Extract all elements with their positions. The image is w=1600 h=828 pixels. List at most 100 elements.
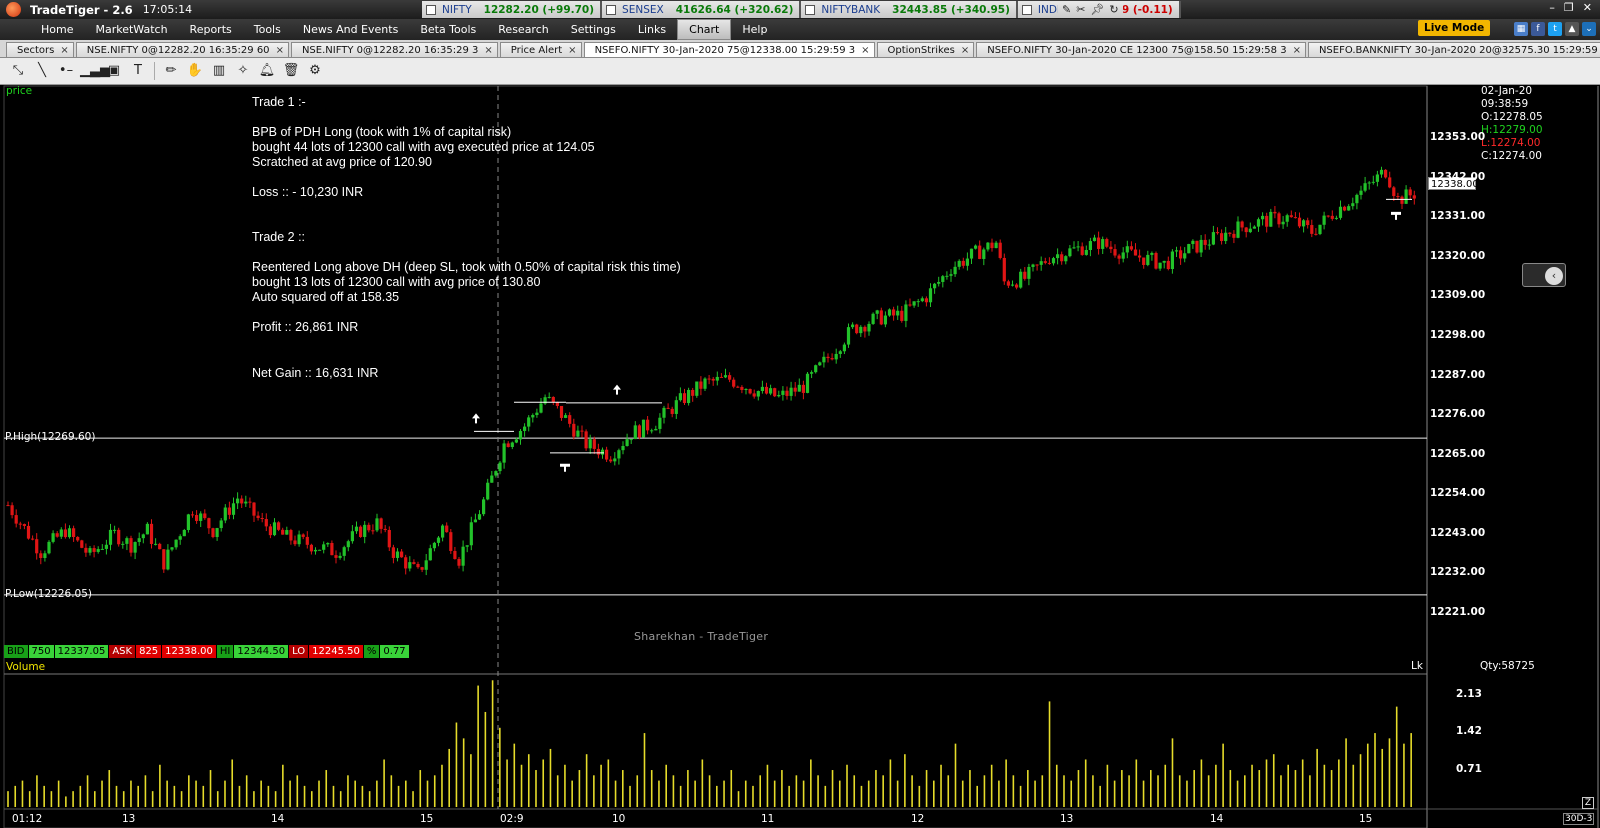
chart-tab[interactable]: OptionStrikes × bbox=[876, 42, 975, 57]
menu-news-and-events[interactable]: News And Events bbox=[292, 20, 409, 39]
candle-body bbox=[1359, 190, 1363, 195]
hand-icon[interactable]: ✋ bbox=[185, 61, 205, 81]
price-chart[interactable] bbox=[0, 85, 1600, 828]
menu-beta-tools[interactable]: Beta Tools bbox=[409, 20, 487, 39]
candle-body bbox=[769, 388, 773, 394]
menu-settings[interactable]: Settings bbox=[560, 20, 627, 39]
tab-close-icon[interactable]: × bbox=[1293, 45, 1301, 56]
candle-body bbox=[395, 551, 400, 558]
volume-tick-label: 1.42 bbox=[1456, 725, 1482, 738]
chart-tab[interactable]: NSEFO.BANKNIFTY 30-Jan-2020 20@32575.30 … bbox=[1307, 42, 1600, 57]
scroll-up-icon[interactable]: ▲ bbox=[1565, 22, 1579, 36]
candle-body bbox=[318, 549, 322, 551]
title-tools: ✎ ✂ 📌︎ ↻ bbox=[1058, 1, 1123, 18]
menu-tools[interactable]: Tools bbox=[243, 20, 292, 39]
candle-body bbox=[1384, 169, 1388, 178]
menu-chart[interactable]: Chart bbox=[677, 19, 732, 40]
period-label[interactable]: 30D-3 bbox=[1563, 813, 1595, 825]
candle-body bbox=[723, 375, 728, 378]
candle-body bbox=[1027, 266, 1031, 279]
refresh-icon[interactable]: ↻ bbox=[1109, 3, 1118, 16]
window-tile-icon[interactable]: ▦ bbox=[1514, 22, 1528, 36]
minimize-icon[interactable]: – bbox=[1549, 1, 1555, 14]
ticker-sensex[interactable]: SENSEX 41626.64 (+320.62) bbox=[602, 1, 802, 18]
menu-research[interactable]: Research bbox=[487, 20, 559, 39]
menu-help[interactable]: Help bbox=[731, 20, 778, 39]
tab-close-icon[interactable]: × bbox=[961, 45, 969, 56]
chart-tab[interactable]: NSE.NIFTY 0@12282.20 16:35:29 60 × bbox=[75, 42, 289, 57]
text-tool-icon[interactable]: T bbox=[128, 61, 148, 81]
candle-body bbox=[88, 548, 92, 553]
menu-links[interactable]: Links bbox=[627, 20, 677, 39]
ticker-nifty[interactable]: NIFTY 12282.20 (+99.70) bbox=[422, 1, 603, 18]
chart-tab[interactable]: Price Alert × bbox=[499, 42, 582, 57]
cursor-tool-icon[interactable]: ⤡ bbox=[8, 61, 28, 81]
chart-tab[interactable]: NSEFO.NIFTY 30-Jan-2020 CE 12300 75@158.… bbox=[976, 42, 1306, 57]
ray-tool-icon[interactable]: •– bbox=[56, 61, 76, 81]
chart-tab[interactable]: NSEFO.NIFTY 30-Jan-2020 75@12338.00 15:2… bbox=[583, 42, 875, 57]
candle-body bbox=[104, 544, 108, 549]
tab-label: NSE.NIFTY 0@12282.20 16:35:29 3 bbox=[301, 45, 479, 56]
candle-body bbox=[236, 498, 240, 504]
candle-body bbox=[428, 548, 432, 561]
edit-icon[interactable]: ✎ bbox=[1062, 3, 1071, 16]
facebook-icon[interactable]: f bbox=[1531, 22, 1545, 36]
cube-icon[interactable]: ▣ bbox=[104, 61, 124, 81]
bar-chart-icon[interactable]: ▁▃▅ bbox=[80, 61, 110, 81]
candle-body bbox=[22, 524, 26, 526]
candle-body bbox=[301, 534, 305, 537]
menu-marketwatch[interactable]: MarketWatch bbox=[84, 20, 178, 39]
candle-body bbox=[879, 310, 883, 325]
ohlc-high: H:12279.00 bbox=[1481, 124, 1543, 136]
close-icon[interactable]: ✕ bbox=[1583, 1, 1592, 14]
candle-body bbox=[1080, 246, 1084, 255]
chart-tab[interactable]: NSE.NIFTY 0@12282.20 16:35:29 3 × bbox=[290, 42, 498, 57]
menu-home[interactable]: Home bbox=[30, 20, 84, 39]
candle-body bbox=[158, 543, 162, 550]
pin-icon[interactable]: 📌︎ bbox=[1090, 3, 1104, 16]
candle-body bbox=[1338, 206, 1343, 218]
candle-body bbox=[117, 529, 121, 545]
candle-body bbox=[514, 439, 518, 443]
indicator-icon[interactable]: ▥ bbox=[209, 61, 229, 81]
scroll-back-widget[interactable]: ‹ bbox=[1522, 263, 1566, 287]
tradetiger-logo-icon bbox=[4, 1, 26, 18]
chart-area[interactable]: price P.High(12269.60) P.Low(12226.05) S… bbox=[0, 85, 1600, 828]
tab-close-icon[interactable]: × bbox=[861, 45, 869, 56]
time-tick-label: 15 bbox=[420, 813, 434, 825]
magic-icon[interactable]: ✧ bbox=[233, 61, 253, 81]
chart-tab[interactable]: Sectors × bbox=[6, 42, 74, 57]
settings-gear-icon[interactable]: ⚙ bbox=[305, 61, 325, 81]
zoom-toggle[interactable]: Z bbox=[1582, 797, 1594, 809]
tab-close-icon[interactable]: × bbox=[568, 45, 576, 56]
candle-body bbox=[1412, 195, 1416, 199]
candle-body bbox=[18, 523, 22, 525]
candle-body bbox=[736, 386, 740, 388]
candle-body bbox=[1138, 255, 1142, 258]
scroll-back-icon[interactable]: ‹ bbox=[1545, 267, 1563, 285]
candle-body bbox=[502, 443, 506, 463]
restore-icon[interactable]: ❐ bbox=[1564, 1, 1574, 14]
tab-close-icon[interactable]: × bbox=[60, 45, 68, 56]
menu-reports[interactable]: Reports bbox=[179, 20, 243, 39]
candle-body bbox=[219, 520, 223, 529]
candle-body bbox=[691, 389, 695, 396]
line-tool-icon[interactable]: ╲ bbox=[32, 61, 52, 81]
trade-note-line: Trade 2 :: bbox=[252, 230, 306, 244]
tools-icon[interactable]: ✂ bbox=[1076, 3, 1085, 16]
tab-close-icon[interactable]: × bbox=[276, 45, 284, 56]
twitter-icon[interactable]: t bbox=[1548, 22, 1562, 36]
collapse-icon[interactable]: ⌄ bbox=[1582, 22, 1596, 36]
lock-label[interactable]: Lk bbox=[1411, 660, 1423, 672]
ticker-niftybank[interactable]: NIFTYBANK 32443.85 (+340.95) bbox=[801, 1, 1018, 18]
alert-bell-icon[interactable]: 🔔︎ bbox=[257, 61, 277, 81]
toolbar-divider bbox=[154, 62, 155, 80]
delete-icon[interactable]: 🗑︎ bbox=[281, 61, 301, 81]
live-mode-badge[interactable]: Live Mode bbox=[1418, 20, 1491, 36]
pencil-icon[interactable]: ✏ bbox=[161, 61, 181, 81]
candle-body bbox=[1302, 220, 1306, 227]
candle-body bbox=[916, 301, 920, 303]
buy-arrow-icon bbox=[472, 413, 480, 424]
candle-body bbox=[1187, 244, 1191, 254]
tab-close-icon[interactable]: × bbox=[484, 45, 492, 56]
